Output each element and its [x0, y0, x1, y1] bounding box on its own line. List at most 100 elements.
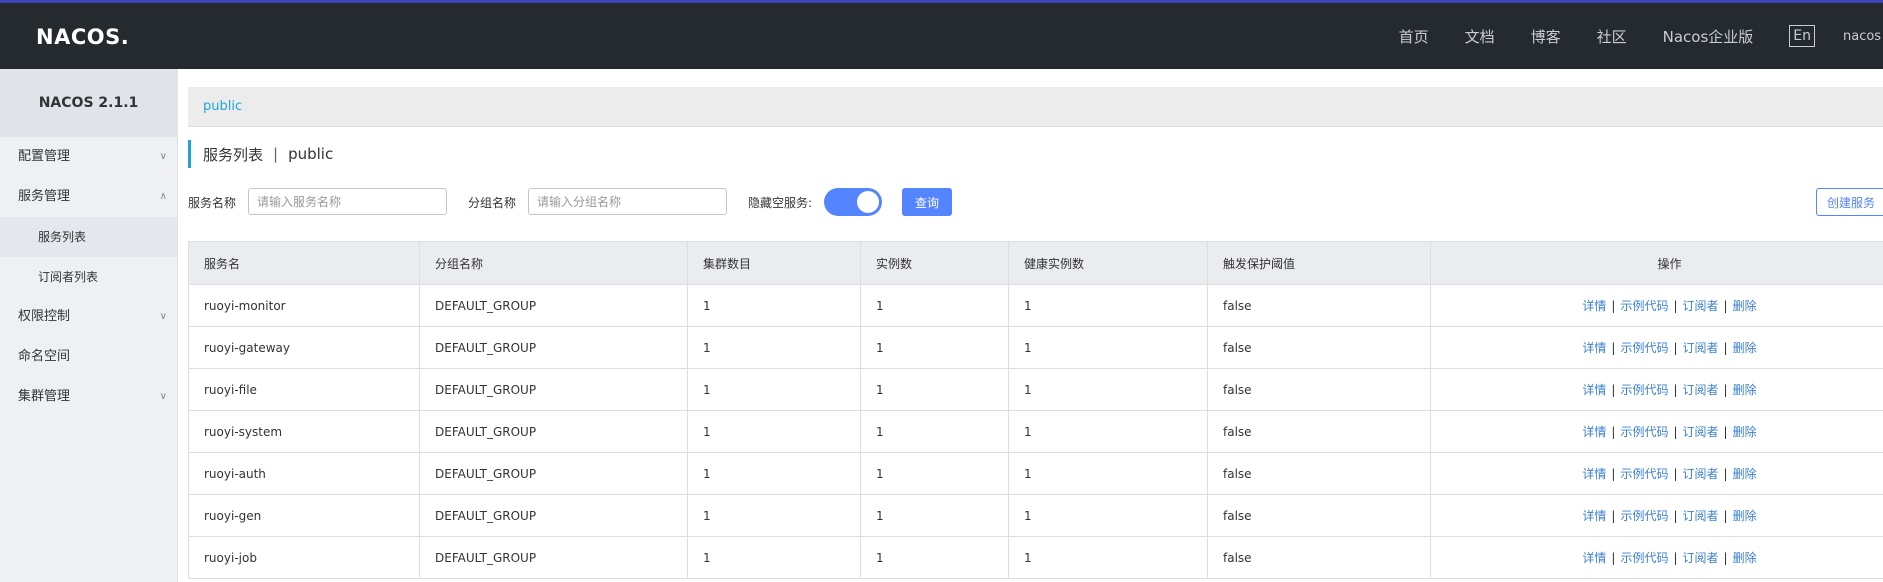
nav-enterprise[interactable]: Nacos企业版 — [1663, 26, 1754, 47]
cell-operations: 详情 | 示例代码 | 订阅者 | 删除 — [1430, 410, 1883, 453]
sidebar-item-access-control[interactable]: 权限控制 ∨ — [0, 297, 177, 337]
sample-code-link[interactable]: 示例代码 — [1620, 341, 1668, 355]
sample-code-link[interactable]: 示例代码 — [1620, 299, 1668, 313]
user-menu[interactable]: nacos — [1843, 29, 1883, 44]
detail-link[interactable]: 详情 — [1582, 425, 1606, 439]
cell-instance-count: 1 — [860, 284, 1009, 327]
delete-link[interactable]: 删除 — [1733, 551, 1757, 565]
detail-link[interactable]: 详情 — [1582, 341, 1606, 355]
query-button[interactable]: 查询 — [902, 188, 952, 216]
subscriber-link[interactable]: 订阅者 — [1683, 383, 1719, 397]
column-header-healthy-instance-count[interactable]: 健康实例数 — [1008, 241, 1208, 285]
subscriber-link[interactable]: 订阅者 — [1683, 509, 1719, 523]
cell-instance-count: 1 — [860, 452, 1009, 495]
language-switch[interactable]: En — [1789, 25, 1815, 47]
sidebar-item-service-list[interactable]: 服务列表 — [0, 217, 177, 257]
sample-code-link[interactable]: 示例代码 — [1620, 383, 1668, 397]
sidebar-item-label: 权限控制 — [18, 309, 71, 324]
detail-link[interactable]: 详情 — [1582, 383, 1606, 397]
nav-home[interactable]: 首页 — [1399, 26, 1429, 47]
main-content: public 服务列表 | public 服务名称 分组名称 隐藏空服务: 查询… — [188, 69, 1883, 582]
nav-community[interactable]: 社区 — [1597, 26, 1627, 47]
hide-empty-services-toggle[interactable] — [824, 188, 882, 216]
cell-instance-count: 1 — [860, 536, 1009, 579]
delete-link[interactable]: 删除 — [1733, 299, 1757, 313]
filter-bar: 服务名称 分组名称 隐藏空服务: 查询 创建服务 — [188, 188, 1883, 216]
action-separator: | — [1723, 509, 1728, 523]
subscriber-link[interactable]: 订阅者 — [1683, 425, 1719, 439]
cell-healthy-instance-count: 1 — [1008, 326, 1208, 369]
column-header-instance-count[interactable]: 实例数 — [860, 241, 1009, 285]
detail-link[interactable]: 详情 — [1582, 299, 1606, 313]
nacos-logo[interactable]: NACOS. — [36, 25, 129, 49]
sidebar-item-config-management[interactable]: 配置管理 ∨ — [0, 137, 177, 177]
nav-blog[interactable]: 博客 — [1531, 26, 1561, 47]
sample-code-link[interactable]: 示例代码 — [1620, 467, 1668, 481]
action-separator: | — [1611, 509, 1616, 523]
cell-service-name: ruoyi-gen — [188, 494, 420, 537]
action-separator: | — [1673, 467, 1678, 481]
nav-docs[interactable]: 文档 — [1465, 26, 1495, 47]
create-service-button[interactable]: 创建服务 — [1816, 188, 1883, 216]
action-separator: | — [1723, 383, 1728, 397]
delete-link[interactable]: 删除 — [1733, 425, 1757, 439]
subscriber-link[interactable]: 订阅者 — [1683, 341, 1719, 355]
cell-healthy-instance-count: 1 — [1008, 494, 1208, 537]
action-separator: | — [1673, 425, 1678, 439]
subscriber-link[interactable]: 订阅者 — [1683, 551, 1719, 565]
action-separator: | — [1723, 299, 1728, 313]
column-header-group-name[interactable]: 分组名称 — [419, 241, 688, 285]
delete-link[interactable]: 删除 — [1733, 341, 1757, 355]
table-row: ruoyi-gen DEFAULT_GROUP 1 1 1 false 详情 | 示例代码 | 订阅… — [188, 494, 1883, 537]
cell-healthy-instance-count: 1 — [1008, 410, 1208, 453]
delete-link[interactable]: 删除 — [1733, 509, 1757, 523]
cell-healthy-instance-count: 1 — [1008, 284, 1208, 327]
group-name-input[interactable] — [528, 188, 727, 215]
column-header-cluster-count[interactable]: 集群数目 — [687, 241, 861, 285]
column-header-service-name[interactable]: 服务名 — [188, 241, 420, 285]
cell-protect-threshold: false — [1207, 410, 1431, 453]
cell-protect-threshold: false — [1207, 452, 1431, 495]
action-separator: | — [1611, 341, 1616, 355]
action-separator: | — [1723, 551, 1728, 565]
top-nav: 首页 文档 博客 社区 Nacos企业版 En nacos — [1399, 3, 1883, 69]
cell-service-name: ruoyi-file — [188, 368, 420, 411]
service-name-input[interactable] — [248, 188, 447, 215]
action-separator: | — [1723, 467, 1728, 481]
namespace-tab-public[interactable]: public — [203, 99, 242, 114]
subscriber-link[interactable]: 订阅者 — [1683, 299, 1719, 313]
namespace-bar: public — [188, 87, 1883, 127]
action-separator: | — [1673, 383, 1678, 397]
sample-code-link[interactable]: 示例代码 — [1620, 425, 1668, 439]
delete-link[interactable]: 删除 — [1733, 467, 1757, 481]
detail-link[interactable]: 详情 — [1582, 551, 1606, 565]
table-row: ruoyi-gateway DEFAULT_GROUP 1 1 1 false 详情 | 示例代… — [188, 326, 1883, 369]
sidebar-item-namespace[interactable]: 命名空间 — [0, 337, 177, 377]
detail-link[interactable]: 详情 — [1582, 467, 1606, 481]
sidebar-item-subscriber-list[interactable]: 订阅者列表 — [0, 257, 177, 297]
detail-link[interactable]: 详情 — [1582, 509, 1606, 523]
cell-protect-threshold: false — [1207, 284, 1431, 327]
cell-instance-count: 1 — [860, 410, 1009, 453]
action-separator: | — [1611, 551, 1616, 565]
action-separator: | — [1673, 551, 1678, 565]
sample-code-link[interactable]: 示例代码 — [1620, 509, 1668, 523]
sidebar-item-label: 订阅者列表 — [38, 270, 99, 284]
cell-operations: 详情 | 示例代码 | 订阅者 | 删除 — [1430, 494, 1883, 537]
cell-operations: 详情 | 示例代码 | 订阅者 | 删除 — [1430, 368, 1883, 411]
delete-link[interactable]: 删除 — [1733, 383, 1757, 397]
table-row: ruoyi-job DEFAULT_GROUP 1 1 1 false 详情 | 示例代码 | 订阅… — [188, 536, 1883, 579]
cell-cluster-count: 1 — [687, 326, 861, 369]
cell-group-name: DEFAULT_GROUP — [419, 494, 688, 537]
subscriber-link[interactable]: 订阅者 — [1683, 467, 1719, 481]
chevron-down-icon: ∨ — [159, 151, 167, 162]
table-row: ruoyi-auth DEFAULT_GROUP 1 1 1 false 详情 | 示例代码 | 订… — [188, 452, 1883, 495]
column-header-protect-threshold[interactable]: 触发保护阈值 — [1207, 241, 1431, 285]
cell-instance-count: 1 — [860, 368, 1009, 411]
sample-code-link[interactable]: 示例代码 — [1620, 551, 1668, 565]
sidebar-item-cluster-management[interactable]: 集群管理 ∨ — [0, 377, 177, 417]
sidebar-item-service-management[interactable]: 服务管理 ∧ — [0, 177, 177, 217]
cell-group-name: DEFAULT_GROUP — [419, 410, 688, 453]
table-row: ruoyi-system DEFAULT_GROUP 1 1 1 false 详情 | 示例代码… — [188, 410, 1883, 453]
sidebar-version-title: NACOS 2.1.1 — [0, 69, 177, 137]
